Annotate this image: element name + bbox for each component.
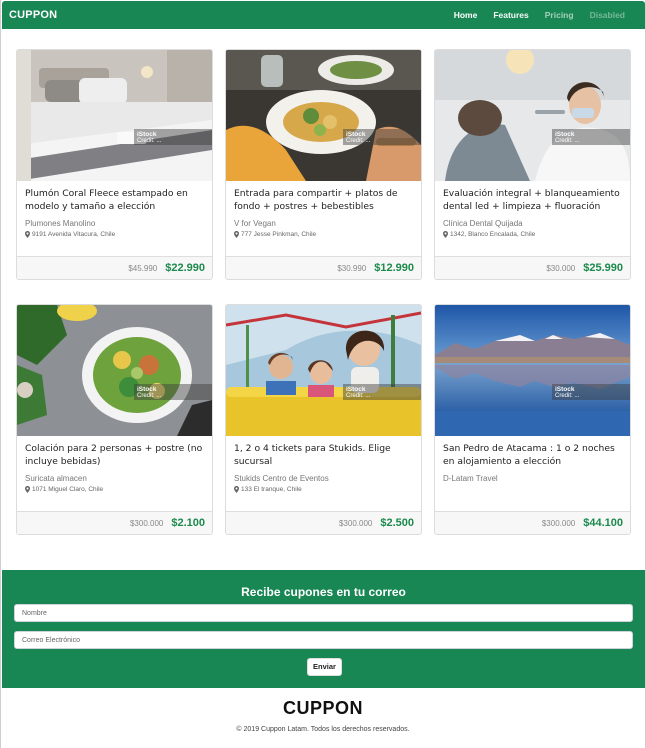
nav-links: Home Features Pricing Disabled bbox=[446, 10, 633, 20]
deal-old-price: $300.000 bbox=[541, 518, 576, 528]
watermark: iStock Credit: ... bbox=[134, 384, 212, 400]
nav-link-home[interactable]: Home bbox=[446, 10, 486, 20]
deal-old-price: $300.000 bbox=[338, 518, 373, 528]
deal-address: 1342, Blanco Encalada, Chile bbox=[443, 231, 622, 238]
deal-body: 1, 2 o 4 tickets para Stukids. Elige suc… bbox=[226, 436, 421, 512]
deal-card[interactable]: iStock Credit: ... Plumón Coral Fleece es… bbox=[16, 49, 213, 280]
deal-footer: $300.000 $2.500 bbox=[226, 511, 421, 534]
deal-body: Colación para 2 personas + postre (no in… bbox=[17, 436, 212, 512]
deal-old-price: $300.000 bbox=[129, 518, 164, 528]
deal-address: 9191 Avenida Vitacura, Chile bbox=[25, 231, 204, 238]
deal-address: 133 El tranque, Chile bbox=[234, 486, 413, 493]
deal-new-price: $44.100 bbox=[583, 517, 623, 529]
deal-body: Evaluación integral + blanqueamiento den… bbox=[435, 181, 630, 257]
nav-link-pricing[interactable]: Pricing bbox=[537, 10, 582, 20]
email-input[interactable]: Correo Electrónico bbox=[14, 631, 633, 649]
deal-card[interactable]: iStock Credit: ... Evaluación integral + … bbox=[434, 49, 631, 280]
deal-new-price: $2.500 bbox=[380, 517, 414, 529]
deal-title[interactable]: San Pedro de Atacama : 1 o 2 noches en a… bbox=[443, 443, 622, 468]
deal-address: 777 Jesse Pinkman, Chile bbox=[234, 231, 413, 238]
deal-old-price: $30.990 bbox=[337, 263, 367, 273]
deal-card[interactable]: iStock Credit: ... Colación para 2 person… bbox=[16, 304, 213, 535]
deal-merchant: Stukids Centro de Eventos bbox=[234, 474, 329, 483]
deal-new-price: $25.990 bbox=[583, 262, 623, 274]
subscribe-section: Recibe cupones en tu correo Nombre Corre… bbox=[2, 570, 645, 688]
map-pin-icon bbox=[25, 231, 30, 238]
deal-image-salad-bowl[interactable]: iStock Credit: ... bbox=[17, 305, 212, 436]
deal-merchant: V for Vegan bbox=[234, 219, 276, 228]
footer-brand: CUPPON bbox=[282, 698, 363, 718]
deals-grid: iStock Credit: ... Plumón Coral Fleece es… bbox=[16, 49, 632, 535]
deal-new-price: $2.100 bbox=[171, 517, 205, 529]
map-pin-icon bbox=[234, 231, 239, 238]
deal-card[interactable]: iStock Credit: ... 1, 2 o 4 tickets para … bbox=[225, 304, 422, 535]
deal-old-price: $45.990 bbox=[128, 263, 158, 273]
deal-merchant: Suricata almacen bbox=[25, 474, 87, 483]
deal-image-dentist[interactable]: iStock Credit: ... bbox=[435, 50, 630, 181]
deal-title[interactable]: Plumón Coral Fleece estampado en modelo … bbox=[25, 188, 204, 213]
nav-link-features[interactable]: Features bbox=[485, 10, 536, 20]
map-pin-icon bbox=[25, 486, 30, 493]
deal-new-price: $12.990 bbox=[374, 262, 414, 274]
nav-link-disabled: Disabled bbox=[589, 10, 625, 20]
deal-footer: $30.990 $12.990 bbox=[226, 256, 421, 279]
deal-title[interactable]: 1, 2 o 4 tickets para Stukids. Elige suc… bbox=[234, 443, 413, 468]
map-pin-icon bbox=[234, 486, 239, 493]
watermark: iStock Credit: ... bbox=[552, 384, 630, 400]
deal-body: Entrada para compartir + platos de fondo… bbox=[226, 181, 421, 257]
watermark: iStock Credit: ... bbox=[343, 129, 421, 145]
deal-image-salad-table[interactable]: iStock Credit: ... bbox=[226, 50, 421, 181]
deal-title[interactable]: Entrada para compartir + platos de fondo… bbox=[234, 188, 413, 213]
deal-title[interactable]: Evaluación integral + blanqueamiento den… bbox=[443, 188, 622, 213]
deal-image-mountain-lake[interactable]: iStock Credit: ... bbox=[435, 305, 630, 436]
navbar-brand[interactable]: CUPPON bbox=[9, 9, 57, 21]
submit-button[interactable]: Enviar bbox=[307, 658, 342, 676]
deal-merchant: Clínica Dental Quijada bbox=[443, 219, 523, 228]
watermark: iStock Credit: ... bbox=[343, 384, 421, 400]
deal-body: San Pedro de Atacama : 1 o 2 noches en a… bbox=[435, 436, 630, 512]
deal-card[interactable]: iStock Credit: ... San Pedro de Atacama :… bbox=[434, 304, 631, 535]
deal-footer: $45.990 $22.990 bbox=[17, 256, 212, 279]
deal-card[interactable]: iStock Credit: ... Entrada para compartir… bbox=[225, 49, 422, 280]
watermark: iStock Credit: ... bbox=[134, 129, 212, 145]
name-input[interactable]: Nombre bbox=[14, 604, 633, 622]
deal-merchant: D-Latam Travel bbox=[443, 474, 498, 483]
deal-footer: $30.000 $25.990 bbox=[435, 256, 630, 279]
subscribe-title: Recibe cupones en tu correo bbox=[241, 585, 406, 599]
watermark: iStock Credit: ... bbox=[552, 129, 630, 145]
deal-image-bedroom[interactable]: iStock Credit: ... bbox=[17, 50, 212, 181]
map-pin-icon bbox=[443, 231, 448, 238]
footer-copyright: © 2019 Cuppon Latam. Todos los derechos … bbox=[236, 726, 410, 733]
deal-title[interactable]: Colación para 2 personas + postre (no in… bbox=[25, 443, 204, 468]
page: CUPPON Home Features Pricing Disabled iS… bbox=[0, 0, 646, 748]
deal-old-price: $30.000 bbox=[546, 263, 576, 273]
deal-footer: $300.000 $2.100 bbox=[17, 511, 212, 534]
deal-merchant: Plumones Manolino bbox=[25, 219, 96, 228]
deal-new-price: $22.990 bbox=[165, 262, 205, 274]
navbar: CUPPON Home Features Pricing Disabled bbox=[2, 1, 645, 29]
deal-address: 1071 Miguel Claro, Chile bbox=[25, 486, 204, 493]
deal-image-amusement-ride[interactable]: iStock Credit: ... bbox=[226, 305, 421, 436]
deal-footer: $300.000 $44.100 bbox=[435, 511, 630, 534]
deal-body: Plumón Coral Fleece estampado en modelo … bbox=[17, 181, 212, 257]
